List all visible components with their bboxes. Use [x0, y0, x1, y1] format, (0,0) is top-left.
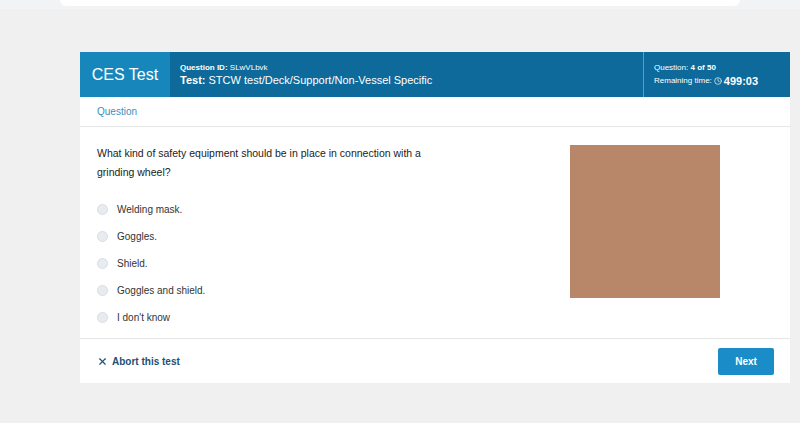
radio[interactable]: [97, 285, 108, 296]
question-id: Question ID: SLwVLbvk: [180, 62, 633, 73]
test-info: Question ID: SLwVLbvkTest: STCW test/Dec…: [170, 52, 643, 97]
radio[interactable]: [97, 312, 108, 323]
options: Welding mask.Goggles.Shield.Goggles and …: [97, 196, 447, 331]
page: CES TestQuestion ID: SLwVLbvkTest: STCW …: [0, 0, 800, 423]
option[interactable]: Goggles and shield.: [97, 277, 447, 304]
test-name: Test: STCW test/Deck/Support/Non-Vessel …: [180, 73, 633, 88]
test-header: CES TestQuestion ID: SLwVLbvkTest: STCW …: [80, 52, 790, 97]
close-icon: [97, 356, 108, 367]
browser-bar: [0, 0, 800, 9]
option[interactable]: Shield.: [97, 250, 447, 277]
next-button[interactable]: Next: [718, 348, 774, 375]
section-label: Question: [80, 97, 790, 127]
progress-info: Question: 4 of 50Remaining time:499:03: [643, 52, 790, 97]
option[interactable]: Welding mask.: [97, 196, 447, 223]
abort-button[interactable]: Abort this test: [97, 354, 180, 369]
illustration: [570, 145, 720, 298]
question-body: What kind of safety equipment should be …: [80, 127, 790, 338]
clock-icon: [714, 77, 722, 85]
question-text: What kind of safety equipment should be …: [97, 144, 447, 182]
option[interactable]: I don't know: [97, 304, 447, 331]
brand: CES Test: [80, 52, 170, 97]
radio[interactable]: [97, 258, 108, 269]
option[interactable]: Goggles.: [97, 223, 447, 250]
address-field[interactable]: [60, 0, 740, 6]
remaining-time: Remaining time:499:03: [654, 74, 780, 88]
test-footer: Abort this test Next: [80, 338, 790, 383]
test-card: CES TestQuestion ID: SLwVLbvkTest: STCW …: [80, 52, 790, 383]
question-progress: Question: 4 of 50: [654, 62, 780, 74]
radio[interactable]: [97, 204, 108, 215]
question-area: What kind of safety equipment should be …: [97, 144, 447, 338]
radio[interactable]: [97, 231, 108, 242]
